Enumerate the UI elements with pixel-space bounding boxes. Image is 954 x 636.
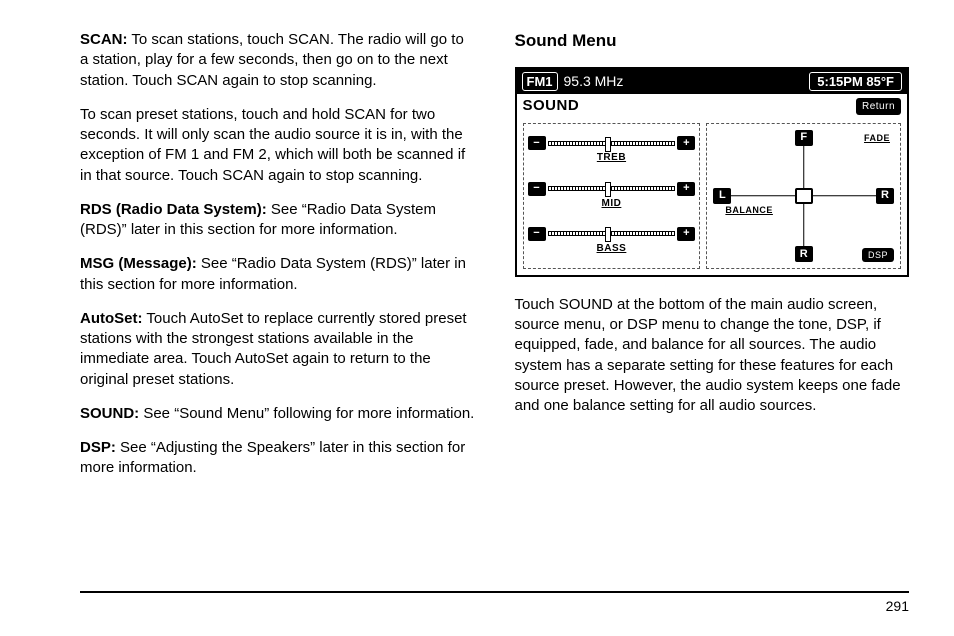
mid-thumb[interactable] [605,182,611,197]
balance-label: BALANCE [725,204,773,216]
bass-minus-button[interactable]: − [528,227,546,241]
autoset-paragraph: AutoSet: Touch AutoSet to replace curren… [80,309,475,390]
dsp-button[interactable]: DSP [862,248,894,262]
page-number: 291 [886,598,909,614]
bass-thumb[interactable] [605,227,611,242]
balance-fade-thumb[interactable] [795,188,813,204]
treble-plus-button[interactable]: + [677,136,695,150]
scan-paragraph: SCAN: To scan stations, touch SCAN. The … [80,30,475,91]
bass-slider: − + BASS [528,227,696,256]
scan-term: SCAN: [80,31,128,48]
sound-title: SOUND [523,96,580,116]
clock-temp-readout: 5:15PM 85°F [809,72,902,92]
mid-slider: − + MID [528,182,696,211]
autoset-term: AutoSet: [80,310,143,327]
radio-header: FM1 95.3 MHz 5:15PM 85°F [517,69,908,95]
sound-body: See “Sound Menu” following for more info… [139,405,474,422]
msg-paragraph: MSG (Message): See “Radio Data System (R… [80,254,475,295]
sound-menu-description: Touch SOUND at the bottom of the main au… [515,295,910,417]
fade-balance-panel: F R L R FADE BALANCE DSP [706,123,901,269]
scan-body: To scan stations, touch SCAN. The radio … [80,31,464,89]
treble-slider: − + TREB [528,136,696,165]
treble-thumb[interactable] [605,137,611,152]
sound-term: SOUND: [80,405,139,422]
fade-label: FADE [864,132,890,144]
return-button[interactable]: Return [856,98,901,116]
sound-ref-paragraph: SOUND: See “Sound Menu” following for mo… [80,404,475,424]
bass-label: BASS [597,242,627,256]
bass-plus-button[interactable]: + [677,227,695,241]
bass-track[interactable] [548,231,676,236]
tone-sliders-panel: − + TREB − + MID [523,123,701,269]
page-footer: 291 [80,591,909,616]
balance-left-button[interactable]: L [713,188,731,204]
scan-preset-paragraph: To scan preset stations, touch and hold … [80,105,475,186]
rds-paragraph: RDS (Radio Data System): See “Radio Data… [80,200,475,241]
dsp-term: DSP: [80,439,116,456]
frequency-readout: 95.3 MHz [564,72,624,91]
msg-term: MSG (Message): [80,255,197,272]
sound-title-row: SOUND Return [517,94,908,118]
mid-track[interactable] [548,186,676,191]
mid-label: MID [602,197,622,211]
mid-minus-button[interactable]: − [528,182,546,196]
rds-term: RDS (Radio Data System): [80,201,267,218]
sound-menu-heading: Sound Menu [515,30,910,53]
dsp-body: See “Adjusting the Speakers” later in th… [80,439,465,476]
dsp-ref-paragraph: DSP: See “Adjusting the Speakers” later … [80,438,475,479]
treble-label: TREB [597,151,626,165]
mid-plus-button[interactable]: + [677,182,695,196]
treble-track[interactable] [548,141,676,146]
left-column: SCAN: To scan stations, touch SCAN. The … [80,30,475,493]
balance-right-button[interactable]: R [876,188,894,204]
band-indicator[interactable]: FM1 [522,72,558,92]
fade-rear-button[interactable]: R [795,246,813,262]
sound-menu-screenshot: FM1 95.3 MHz 5:15PM 85°F SOUND Return − … [515,67,910,277]
right-column: Sound Menu FM1 95.3 MHz 5:15PM 85°F SOUN… [515,30,910,493]
treble-minus-button[interactable]: − [528,136,546,150]
fade-front-button[interactable]: F [795,130,813,146]
